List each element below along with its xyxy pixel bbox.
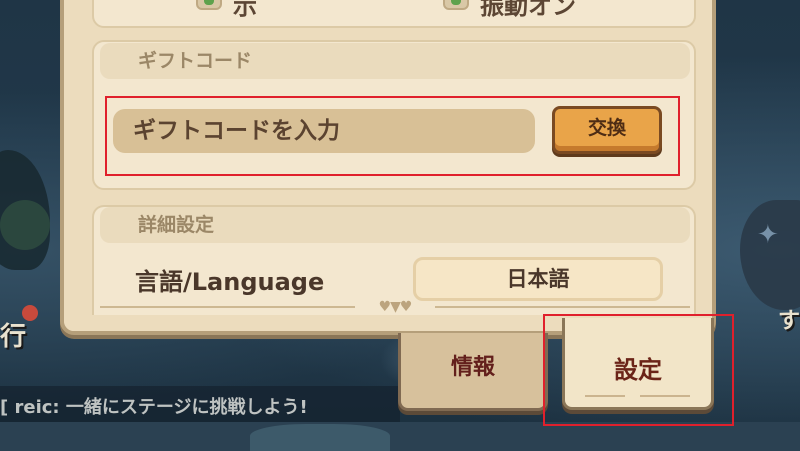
gift-code-input[interactable]: ギフトコードを入力 [113,109,535,153]
chat-message: [ reic: 一緒にステージに挑戦しよう! [0,397,308,418]
scroll-divider-right [435,306,690,308]
toggle-label-left: 示 [233,0,257,20]
tab-settings-decoration [585,395,625,397]
background-label-right: す [778,309,800,334]
redeem-button[interactable]: 交換 [552,106,662,154]
display-settings-section [92,0,696,28]
bottom-hud-strip [0,422,800,451]
gift-code-section-title: ギフトコード [100,43,690,79]
tab-info[interactable]: 情報 [398,333,548,411]
background-character-left-accent [0,200,50,250]
background-label-left: 行 [0,322,27,352]
tab-settings-decoration-2 [640,395,690,397]
language-label: 言語/Language [135,268,325,296]
language-select-button[interactable]: 日本語 [413,257,663,301]
star-icon: ✦ [757,220,779,250]
advanced-settings-title: 詳細設定 [100,207,690,243]
toggle-label-right: 振動オン [480,0,576,20]
scroll-divider-left [100,306,355,308]
scroll-down-indicator-icon: ♥▼♥ [378,299,413,315]
bottom-hud-character [250,424,390,451]
toggle-checkbox-right[interactable] [443,0,469,10]
toggle-checkbox-left[interactable] [196,0,222,10]
